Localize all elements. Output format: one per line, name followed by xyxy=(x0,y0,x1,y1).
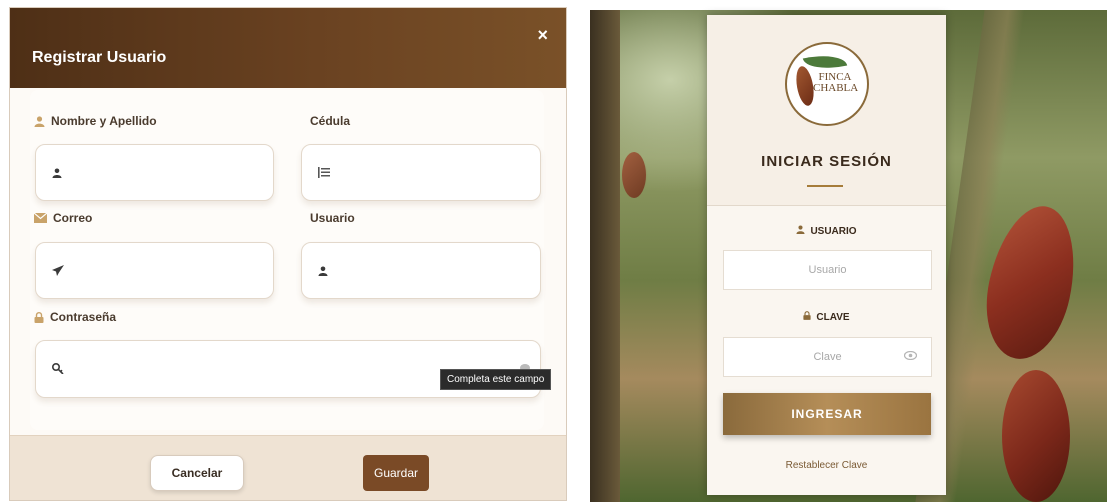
username-label: USUARIO xyxy=(707,225,946,237)
email-label-text: Correo xyxy=(53,211,93,225)
username-input[interactable]: Usuario xyxy=(723,250,932,290)
user-icon xyxy=(318,263,328,281)
cacao-pod xyxy=(1002,370,1070,502)
password-label: CLAVE xyxy=(707,311,946,323)
modal-header: Registrar Usuario × xyxy=(10,8,566,88)
login-card: FINCA CHABLA INICIAR SESIÓN USUARIO Usua… xyxy=(707,15,946,495)
title-divider xyxy=(807,185,843,187)
logo-text: FINCA CHABLA xyxy=(813,71,859,94)
login-card-header: FINCA CHABLA INICIAR SESIÓN xyxy=(707,15,946,205)
full-name-label-text: Nombre y Apellido xyxy=(51,114,157,128)
password-label: Contraseña xyxy=(34,310,116,324)
divider xyxy=(707,205,946,206)
id-number-input[interactable] xyxy=(301,144,541,201)
modal-footer: Cancelar Guardar xyxy=(10,435,566,500)
full-name-label: Nombre y Apellido xyxy=(34,114,157,128)
username-label-text: USUARIO xyxy=(810,225,857,237)
close-icon[interactable]: × xyxy=(537,26,548,44)
save-button[interactable]: Guardar xyxy=(363,455,429,491)
paper-plane-icon xyxy=(52,263,64,281)
reset-password-link[interactable]: Restablecer Clave xyxy=(707,460,946,471)
username-label: Usuario xyxy=(310,211,355,225)
envelope-icon xyxy=(34,213,47,223)
password-placeholder: Clave xyxy=(813,351,842,363)
tree-trunk xyxy=(590,10,620,502)
finca-chabla-logo: FINCA CHABLA xyxy=(785,42,869,126)
email-label: Correo xyxy=(34,211,92,225)
username-input[interactable] xyxy=(301,242,541,299)
password-input[interactable]: Clave xyxy=(723,337,932,377)
modal-title: Registrar Usuario xyxy=(32,49,167,66)
full-name-input[interactable] xyxy=(35,144,274,201)
id-number-label: Cédula xyxy=(310,114,350,128)
validation-tooltip: Completa este campo xyxy=(440,369,552,390)
email-input[interactable] xyxy=(35,242,274,299)
login-button[interactable]: INGRESAR xyxy=(723,393,931,435)
cancel-button[interactable]: Cancelar xyxy=(150,455,244,491)
user-icon xyxy=(34,115,45,127)
id-number-label-text: Cédula xyxy=(310,114,351,128)
username-placeholder: Usuario xyxy=(808,264,847,276)
lock-icon xyxy=(34,311,44,323)
password-label-text: Contraseña xyxy=(50,310,117,324)
cacao-pod xyxy=(622,152,646,198)
username-label-text: Usuario xyxy=(310,211,355,225)
login-title: INICIAR SESIÓN xyxy=(761,153,892,170)
password-label-text: CLAVE xyxy=(816,311,850,323)
list-icon xyxy=(318,165,330,183)
key-icon xyxy=(51,361,64,379)
user-icon xyxy=(52,165,62,183)
user-icon xyxy=(796,225,805,237)
register-user-modal: Registrar Usuario × Nombre y Apellido Cé… xyxy=(10,8,566,500)
eye-icon[interactable] xyxy=(903,350,918,363)
lock-icon xyxy=(803,311,812,323)
